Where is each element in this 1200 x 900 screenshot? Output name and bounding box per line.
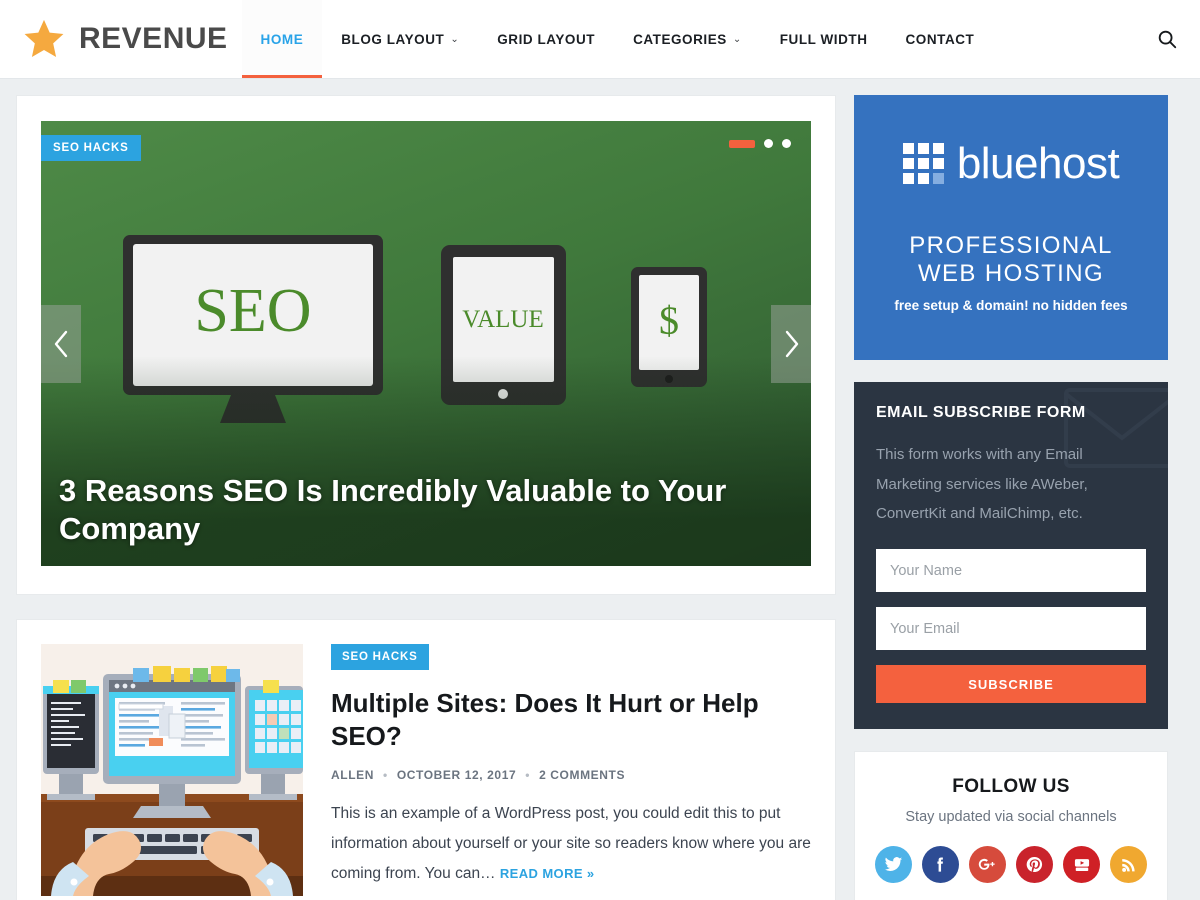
rss-icon[interactable]: [1110, 846, 1147, 884]
nav-label: GRID LAYOUT: [497, 31, 596, 47]
chevron-down-icon: ⌄: [450, 33, 460, 45]
post-content: SEO HACKS Multiple Sites: Does It Hurt o…: [331, 644, 811, 896]
slider-pagination: [729, 139, 791, 148]
subscribe-email-input[interactable]: [876, 607, 1146, 651]
bluehost-grid-icon: [902, 143, 944, 185]
svg-text:VALUE: VALUE: [462, 306, 543, 333]
post-title[interactable]: Multiple Sites: Does It Hurt or Help SEO…: [331, 687, 811, 754]
svg-text:$: $: [659, 298, 679, 343]
main-content: SEO HACKS SEO VALUE $ 3 Reasons SEO Is I…: [16, 95, 836, 900]
post-item: SEO HACKS Multiple Sites: Does It Hurt o…: [16, 619, 836, 900]
site-title: REVENUE: [79, 22, 228, 55]
post-comments[interactable]: 2 COMMENTS: [539, 768, 625, 782]
main-navigation: HOME BLOG LAYOUT ⌄ GRID LAYOUT CATEGORIE…: [241, 0, 994, 78]
facebook-glyph: [937, 857, 943, 872]
chevron-right-icon: [785, 330, 798, 357]
site-logo[interactable]: REVENUE: [0, 0, 242, 78]
search-button[interactable]: [1144, 0, 1200, 78]
meta-separator: •: [383, 767, 388, 782]
site-header: REVENUE HOME BLOG LAYOUT ⌄ GRID LAYOUT C…: [0, 0, 1200, 79]
slider-dot-2[interactable]: [764, 139, 773, 148]
bluehost-logo: bluehost: [902, 138, 1120, 188]
rss-glyph: [1121, 858, 1135, 872]
nav-item-categories[interactable]: CATEGORIES ⌄: [614, 0, 761, 78]
workspace-illustration: [41, 644, 303, 896]
search-icon: [1158, 30, 1177, 49]
post-date: OCTOBER 12, 2017: [396, 767, 517, 782]
googleplus-icon[interactable]: [969, 846, 1006, 884]
ad-headline: PROFESSIONAL WEB HOSTING: [909, 232, 1113, 289]
hero-slider: SEO HACKS SEO VALUE $ 3 Reasons SEO Is I…: [41, 121, 811, 566]
youtube-glyph: [1074, 858, 1089, 871]
nav-item-full-width[interactable]: FULL WIDTH: [761, 0, 887, 78]
subscribe-description: This form works with any Email Marketing…: [876, 446, 1088, 523]
nav-label: BLOG LAYOUT: [341, 31, 445, 47]
post-author[interactable]: ALLEN: [331, 768, 374, 782]
twitter-icon[interactable]: [875, 846, 912, 884]
hero-slider-card: SEO HACKS SEO VALUE $ 3 Reasons SEO Is I…: [16, 95, 836, 595]
ad-headline-line1: PROFESSIONAL: [909, 231, 1113, 259]
slider-dot-1[interactable]: [729, 139, 755, 148]
star-icon: [24, 19, 64, 57]
follow-title: FOLLOW US: [952, 776, 1070, 798]
pinterest-glyph: [1026, 857, 1043, 873]
chevron-left-icon: [54, 330, 67, 357]
page-body: SEO HACKS SEO VALUE $ 3 Reasons SEO Is I…: [0, 79, 1200, 900]
subscribe-title: EMAIL SUBSCRIBE FORM: [876, 404, 1086, 421]
email-subscribe-widget: EMAIL SUBSCRIBE FORM This form works wit…: [854, 382, 1168, 730]
post-thumbnail[interactable]: [41, 644, 303, 896]
slider-next-button[interactable]: [771, 304, 811, 383]
post-excerpt: This is an example of a WordPress post, …: [331, 799, 811, 889]
nav-item-blog-layout[interactable]: BLOG LAYOUT ⌄: [322, 0, 478, 78]
social-icon-list: [875, 846, 1147, 884]
post-category-badge[interactable]: SEO HACKS: [331, 644, 429, 670]
chevron-down-icon: ⌄: [732, 33, 742, 45]
nav-label: FULL WIDTH: [779, 31, 868, 47]
header-spacer: [993, 0, 1144, 78]
bluehost-ad-banner[interactable]: bluehost PROFESSIONAL WEB HOSTING free s…: [854, 95, 1168, 360]
hero-category-badge[interactable]: SEO HACKS: [41, 135, 141, 161]
facebook-icon[interactable]: [922, 846, 959, 884]
svg-text:SEO: SEO: [194, 277, 311, 345]
slider-prev-button[interactable]: [41, 304, 81, 383]
sidebar: bluehost PROFESSIONAL WEB HOSTING free s…: [854, 95, 1168, 900]
follow-subtitle: Stay updated via social channels: [905, 809, 1117, 826]
subscribe-button[interactable]: SUBSCRIBE: [876, 665, 1146, 704]
ad-headline-line2: WEB HOSTING: [917, 260, 1105, 287]
read-more-link[interactable]: READ MORE »: [500, 866, 595, 881]
bluehost-wordmark: bluehost: [956, 138, 1120, 188]
nav-item-home[interactable]: HOME: [241, 0, 323, 78]
ad-subline: free setup & domain! no hidden fees: [894, 298, 1128, 314]
nav-item-contact[interactable]: CONTACT: [887, 0, 994, 78]
twitter-glyph: [884, 857, 903, 872]
subscribe-name-input[interactable]: [876, 549, 1146, 593]
meta-separator: •: [525, 767, 531, 782]
follow-us-widget: FOLLOW US Stay updated via social channe…: [854, 751, 1168, 900]
hero-title[interactable]: 3 Reasons SEO Is Incredibly Valuable to …: [59, 472, 751, 548]
slider-dot-3[interactable]: [782, 139, 791, 148]
googleplus-glyph: [978, 858, 995, 870]
pinterest-icon[interactable]: [1016, 846, 1053, 884]
nav-label: CATEGORIES: [633, 31, 727, 47]
nav-label: CONTACT: [905, 31, 975, 47]
nav-item-grid-layout[interactable]: GRID LAYOUT: [478, 0, 614, 78]
youtube-icon[interactable]: [1063, 846, 1100, 884]
nav-label: HOME: [260, 31, 304, 47]
post-meta: ALLEN • OCTOBER 12, 2017 • 2 COMMENTS: [331, 768, 811, 782]
